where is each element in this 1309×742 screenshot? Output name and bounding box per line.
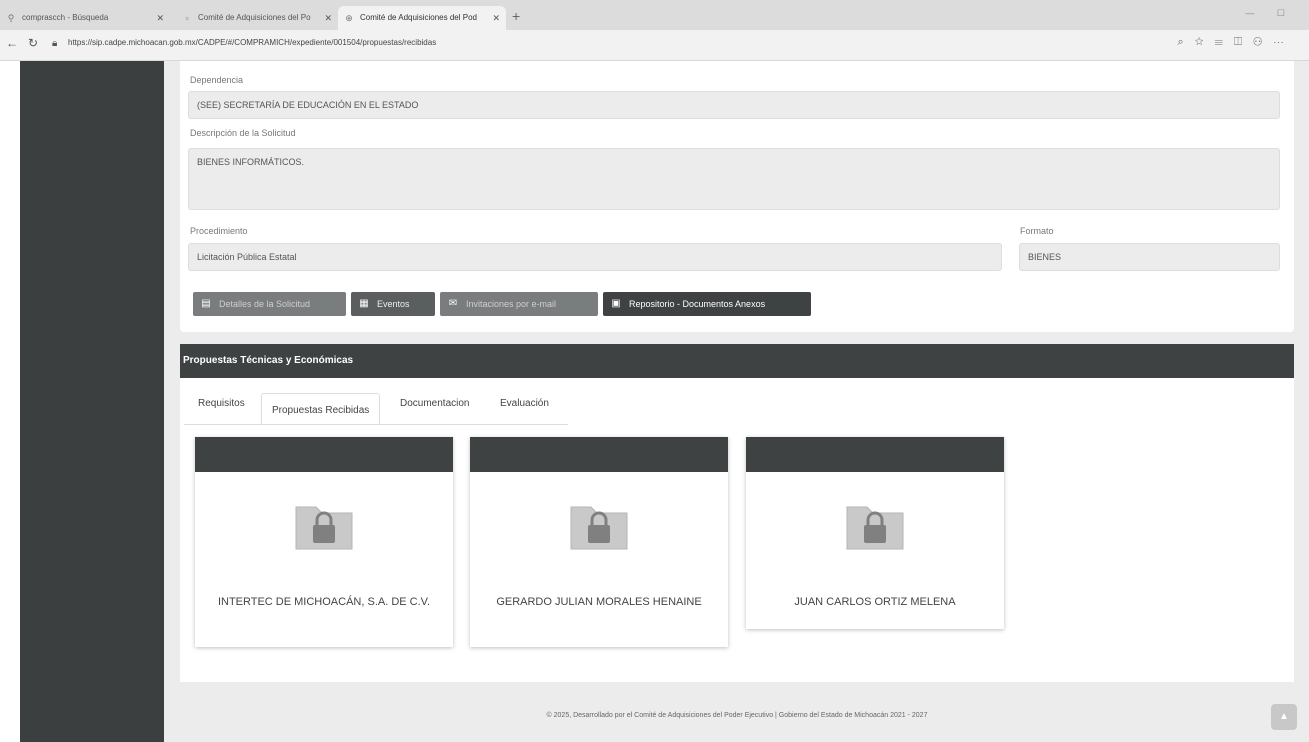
browser-tab-title: Comité de Adquisiciones del Pod — [360, 13, 477, 22]
tab-underline — [184, 424, 568, 425]
proposal-card[interactable]: INTERTEC DE MICHOACÁN, S.A. DE C.V. — [195, 437, 453, 647]
url-field[interactable]: https://sip.cadpe.michoacan.gob.mx/CADPE… — [68, 38, 436, 47]
email-icon: ✉ — [448, 298, 458, 309]
browser-toolbar-icons[interactable]: ⌕☆☰◫⚇⋯ — [1177, 36, 1295, 49]
lock-icon[interactable]: 🔒︎ — [52, 38, 57, 49]
proposal-card-header — [195, 437, 453, 472]
dependencia-label: Dependencia — [190, 75, 244, 85]
address-bar: ← ↻ 🔒︎ https://sip.cadpe.michoacan.gob.m… — [0, 30, 1309, 61]
document-icon: ▤ — [201, 298, 211, 309]
proposal-name: GERARDO JULIAN MORALES HENAINE — [496, 596, 702, 608]
calendar-icon: ▦ — [359, 298, 369, 309]
globe-icon: ⊕ — [345, 13, 353, 23]
proposal-card[interactable]: JUAN CARLOS ORTIZ MELENA — [746, 437, 1004, 629]
reload-icon[interactable]: ↻ — [28, 36, 38, 50]
descripcion-field: BIENES INFORMÁTICOS. — [188, 148, 1280, 210]
descripcion-label: Descripción de la Solicitud — [190, 128, 296, 138]
formato-field: BIENES — [1019, 243, 1280, 271]
proposal-card-header — [470, 437, 728, 472]
dependencia-field: (SEE) SECRETARÍA DE EDUCACIÓN EN EL ESTA… — [188, 91, 1280, 119]
browser-tab-title: Comité de Adquisiciones del Po — [198, 13, 311, 22]
browser-tab-bar: ⚲ comprascch - Búsqueda ✕ ▫ Comité de Ad… — [0, 0, 1309, 30]
browser-tab-comite-active[interactable]: ⊕ Comité de Adquisiciones del Pod ✕ — [338, 6, 506, 30]
proposal-card-header — [746, 437, 1004, 472]
scroll-to-top-button[interactable]: ▲ — [1271, 704, 1297, 730]
close-tab-icon[interactable]: ✕ — [492, 6, 500, 30]
close-tab-icon[interactable]: ✕ — [156, 6, 164, 30]
browser-tab-search[interactable]: ⚲ comprascch - Búsqueda ✕ — [0, 6, 170, 30]
proposal-name: INTERTEC DE MICHOACÁN, S.A. DE C.V. — [217, 596, 431, 608]
detalles-solicitud-label: Detalles de la Solicitud — [219, 299, 311, 309]
tab-evaluacion[interactable]: Evaluación — [500, 398, 549, 409]
locked-folder-icon — [295, 506, 353, 550]
repositorio-button[interactable]: ▣ Repositorio - Documentos Anexos — [603, 292, 811, 316]
browser-tab-title: comprascch - Búsqueda — [22, 13, 109, 22]
locked-folder-icon — [570, 506, 628, 550]
page-icon: ▫ — [185, 13, 189, 23]
invitaciones-email-button[interactable]: ✉ Invitaciones por e-mail — [440, 292, 598, 316]
search-icon: ⚲ — [7, 13, 15, 23]
tab-documentacion[interactable]: Documentacion — [400, 398, 469, 409]
propuestas-heading: Propuestas Técnicas y Económicas — [180, 344, 1294, 378]
chevron-up-icon: ▲ — [1279, 711, 1289, 722]
window-controls[interactable]: — ☐ — [1245, 8, 1295, 19]
procedimiento-label: Procedimiento — [190, 226, 248, 236]
detalles-solicitud-button[interactable]: ▤ Detalles de la Solicitud — [193, 292, 346, 316]
archive-icon: ▣ — [611, 298, 621, 309]
eventos-button[interactable]: ▦ Eventos — [351, 292, 435, 316]
browser-tab-comite-1[interactable]: ▫ Comité de Adquisiciones del Po ✕ — [176, 6, 338, 30]
new-tab-icon[interactable]: + — [512, 8, 520, 24]
app-sidebar — [20, 61, 164, 742]
close-tab-icon[interactable]: ✕ — [324, 6, 332, 30]
proposal-card[interactable]: GERARDO JULIAN MORALES HENAINE — [470, 437, 728, 647]
formato-label: Formato — [1020, 226, 1054, 236]
procedimiento-field: Licitación Pública Estatal — [188, 243, 1002, 271]
back-icon[interactable]: ← — [6, 36, 18, 50]
locked-folder-icon — [846, 506, 904, 550]
tab-requisitos[interactable]: Requisitos — [198, 398, 245, 409]
invitaciones-email-label: Invitaciones por e-mail — [466, 299, 557, 309]
page-footer: © 2025, Desarrollado por el Comité de Ad… — [546, 712, 928, 719]
eventos-label: Eventos — [377, 299, 410, 309]
proposal-name: JUAN CARLOS ORTIZ MELENA — [794, 596, 956, 608]
tab-propuestas-recibidas[interactable]: Propuestas Recibidas — [261, 393, 381, 425]
repositorio-label: Repositorio - Documentos Anexos — [629, 299, 766, 309]
